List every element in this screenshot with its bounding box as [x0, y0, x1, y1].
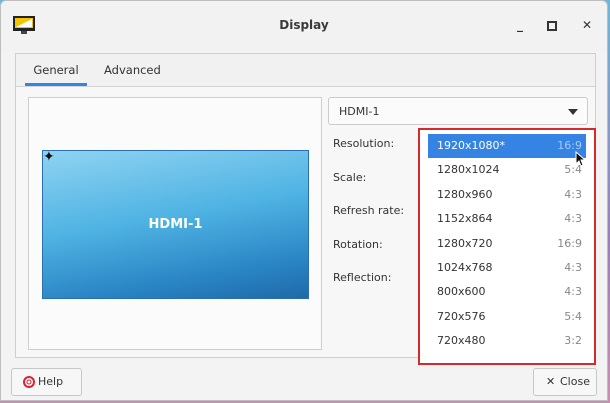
refresh-rate-label: Refresh rate:	[333, 204, 405, 217]
resolution-option[interactable]: 1280x960 4:3	[428, 183, 586, 207]
chevron-down-icon	[568, 109, 578, 115]
scale-label: Scale:	[333, 171, 367, 184]
close-label: Close	[560, 375, 590, 388]
primary-display-star-icon: ✦	[43, 149, 55, 165]
resolution-label: Resolution:	[333, 137, 395, 150]
resolution-option[interactable]: 1152x864 4:3	[428, 207, 586, 231]
resolution-option[interactable]: 1920x1080* 16:9	[428, 134, 587, 167]
maximize-button[interactable]	[542, 15, 562, 35]
display-preview: ✦ HDMI-1	[28, 97, 322, 350]
maximize-icon	[547, 20, 557, 31]
resolution-option-list: 1920x1080* 16:9 1280x1024 5:4 1280x960 4…	[428, 134, 587, 354]
tab-bar: General Advanced	[16, 54, 595, 87]
minimize-button[interactable]: _	[510, 15, 530, 35]
help-lifebuoy-icon	[23, 376, 35, 388]
display-window: Display _ ✕ General Advanced ✦ HDMI-1 HD…	[0, 0, 608, 401]
minimize-icon: _	[517, 18, 523, 32]
resolution-option[interactable]: 1024x768 4:3	[428, 256, 586, 280]
resolution-option[interactable]: 1280x1024 5:4	[428, 158, 586, 182]
resolution-option[interactable]: 720x576 5:4	[428, 305, 586, 329]
tab-advanced[interactable]: Advanced	[104, 63, 161, 86]
close-button[interactable]: ✕ Close	[533, 368, 597, 396]
rotation-label: Rotation:	[333, 238, 383, 251]
help-button[interactable]: Help	[11, 368, 82, 396]
help-label: Help	[38, 375, 64, 388]
output-select[interactable]: HDMI-1	[328, 97, 588, 125]
resolution-option[interactable]: 800x600 4:3	[428, 280, 586, 304]
resolution-option[interactable]: 720x480 3:2	[428, 329, 586, 353]
resolution-dropdown-popup: 1920x1080* 16:9 1280x1024 5:4 1280x960 4…	[418, 128, 596, 365]
monitor-label: HDMI-1	[148, 217, 203, 232]
close-icon: ✕	[581, 18, 593, 32]
reflection-label: Reflection:	[333, 271, 392, 284]
monitor-hdmi-1[interactable]: ✦ HDMI-1	[42, 149, 309, 299]
tab-general[interactable]: General	[25, 63, 87, 86]
close-icon: ✕	[546, 375, 556, 388]
titlebar: Display _ ✕	[1, 1, 607, 51]
resolution-option[interactable]: 1280x720 16:9	[428, 232, 586, 256]
close-window-button[interactable]: ✕	[577, 15, 597, 35]
output-select-value: HDMI-1	[339, 105, 380, 118]
